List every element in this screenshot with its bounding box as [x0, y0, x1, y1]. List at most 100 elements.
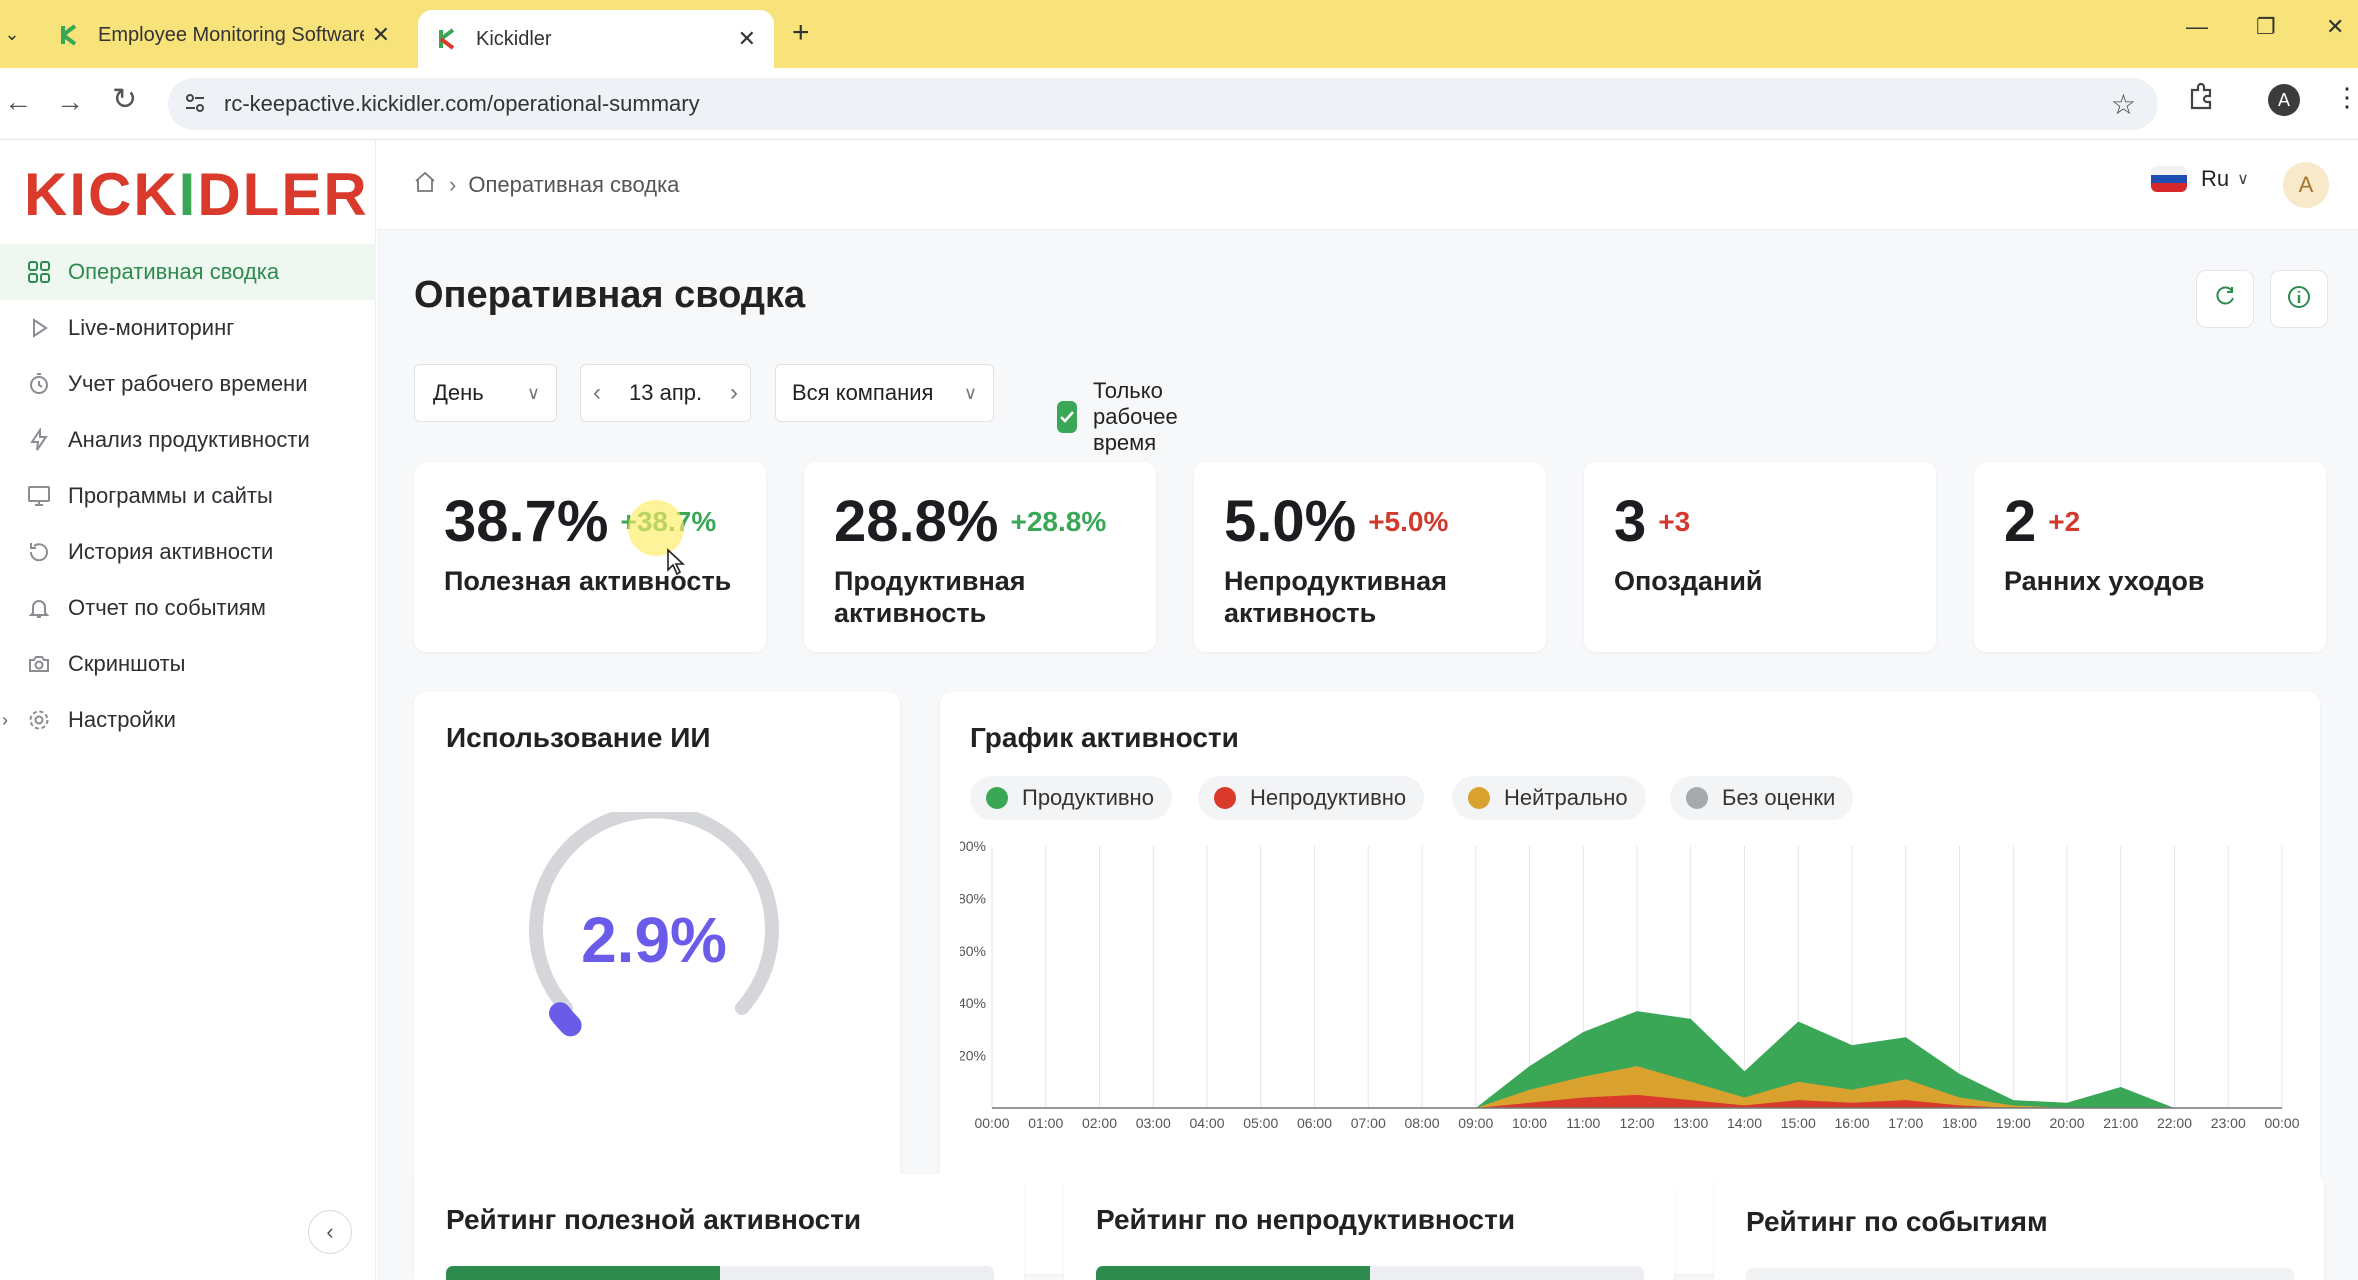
sidebar-item-live-monitoring[interactable]: Live-мониторинг [0, 300, 376, 356]
sidebar-item-label: Оперативная сводка [68, 259, 280, 284]
legend-dot [986, 787, 1008, 809]
grid-icon [26, 259, 52, 285]
sidebar-item-operational-summary[interactable]: Оперативная сводка [0, 244, 376, 300]
legend-label: Без оценки [1722, 785, 1836, 810]
monitor-icon [26, 483, 52, 509]
rating-unproductive-card: Рейтинг по непродуктивности [1064, 1174, 1674, 1280]
close-tab-icon[interactable]: ✕ [372, 22, 390, 48]
legend-unrated[interactable]: Без оценки [1670, 776, 1854, 820]
legend-neutral[interactable]: Нейтрально [1452, 776, 1646, 820]
kpi-card-early-leaves[interactable]: 2 +2 Ранних уходов [1974, 462, 2326, 652]
minimize-window-icon[interactable]: — [2186, 14, 2208, 40]
ai-usage-value: 2.9% [581, 904, 727, 976]
activity-chart-title: График активности [970, 722, 1239, 753]
sidebar-item-screenshots[interactable]: Скриншоты [0, 636, 376, 692]
period-select[interactable]: День ∨ [414, 364, 557, 422]
rating-useful-card: Рейтинг полезной активности [414, 1174, 1024, 1280]
sidebar-nav: Оперативная сводка Live-мониторинг Учет … [0, 244, 376, 748]
previous-date-icon[interactable]: ‹ [593, 379, 601, 407]
work-time-only-checkbox[interactable]: Только рабочее время [1057, 378, 1190, 456]
x-tick-label: 05:00 [1243, 1115, 1278, 1131]
chevron-down-icon: ∨ [2237, 171, 2249, 188]
bookmark-star-icon[interactable]: ☆ [2111, 88, 2136, 121]
tab-list-chevron-icon[interactable]: ⌄ [0, 14, 24, 54]
kpi-card-productive-activity[interactable]: 28.8% +28.8% Продуктивная активность [804, 462, 1156, 652]
x-tick-label: 09:00 [1458, 1115, 1493, 1131]
x-tick-label: 19:00 [1996, 1115, 2031, 1131]
address-bar[interactable]: rc-keepactive.kickidler.com/operational-… [168, 78, 2158, 130]
x-tick-label: 06:00 [1297, 1115, 1332, 1131]
browser-toolbar: ← → ↻ rc-keepactive.kickidler.com/operat… [0, 68, 2358, 140]
y-tick-label: 80% [960, 890, 986, 906]
lightning-icon [26, 427, 52, 453]
back-arrow-icon[interactable]: ← [4, 86, 32, 118]
forward-arrow-icon[interactable]: → [56, 86, 84, 118]
sidebar-item-label: Программы и сайты [68, 483, 273, 508]
kpi-card-late-arrivals[interactable]: 3 +3 Опозданий [1584, 462, 1936, 652]
legend-dot [1686, 787, 1708, 809]
close-tab-icon[interactable]: ✕ [738, 26, 756, 52]
profile-avatar[interactable]: A [2268, 84, 2300, 116]
date-picker[interactable]: ‹ 13 апр. › [580, 364, 751, 422]
tab-title: Employee Monitoring Software [98, 23, 364, 46]
breadcrumb: › Оперативная сводка [413, 170, 679, 200]
browser-menu-icon[interactable]: ⋮ [2334, 82, 2358, 113]
sidebar-item-settings[interactable]: › Настройки [0, 692, 376, 748]
kpi-card-unproductive-activity[interactable]: 5.0% +5.0% Непродуктивная активность [1194, 462, 1546, 652]
kpi-value: 2 [2004, 489, 2037, 554]
user-avatar[interactable]: A [2283, 162, 2329, 208]
legend-productive[interactable]: Продуктивно [970, 776, 1172, 820]
x-tick-label: 22:00 [2157, 1115, 2192, 1131]
site-settings-icon[interactable] [182, 90, 208, 122]
legend-dot [1214, 787, 1236, 809]
collapse-sidebar-button[interactable]: ‹ [308, 1210, 352, 1254]
kpi-card-useful-activity[interactable]: 38.7%+38.7% Полезная активность [414, 462, 766, 652]
x-tick-label: 12:00 [1619, 1115, 1654, 1131]
sidebar-item-time-tracking[interactable]: Учет рабочего времени [0, 356, 376, 412]
history-icon [26, 539, 52, 565]
kickidler-logo[interactable]: KICKIDLER [24, 160, 369, 229]
kpi-delta: +5.0% [1368, 506, 1449, 537]
sidebar-item-label: Анализ продуктивности [68, 427, 310, 452]
refresh-icon [2212, 284, 2238, 315]
checkmark-icon [1057, 401, 1077, 433]
rating-unproductive-title: Рейтинг по непродуктивности [1096, 1204, 1516, 1235]
new-tab-plus-icon[interactable]: + [792, 16, 810, 50]
sidebar-item-label: История активности [68, 539, 274, 564]
rating-bar-fill [446, 1266, 720, 1280]
rating-useful-bar [446, 1266, 994, 1280]
next-date-icon[interactable]: › [730, 379, 738, 407]
kpi-label: Опозданий [1614, 566, 1763, 596]
rating-events-title: Рейтинг по событиям [1746, 1206, 2048, 1237]
browser-tab-employee-monitoring[interactable]: Employee Monitoring Software ✕ [40, 12, 408, 58]
kpi-value: 5.0% [1224, 489, 1357, 554]
camera-icon [26, 651, 52, 677]
legend-dot [1468, 787, 1490, 809]
restore-window-icon[interactable]: ❐ [2256, 14, 2276, 40]
sidebar-item-apps-sites[interactable]: Программы и сайты [0, 468, 376, 524]
sidebar-item-activity-history[interactable]: История активности [0, 524, 376, 580]
sidebar-item-productivity-analysis[interactable]: Анализ продуктивности [0, 412, 376, 468]
home-icon[interactable] [413, 170, 437, 200]
scope-select[interactable]: Вся компания ∨ [775, 364, 994, 422]
x-tick-label: 16:00 [1834, 1115, 1869, 1131]
sidebar-item-label: Настройки [68, 707, 176, 732]
legend-label: Нейтрально [1504, 785, 1628, 810]
legend-unproductive[interactable]: Непродуктивно [1198, 776, 1425, 820]
kpi-value: 38.7% [444, 489, 609, 554]
close-window-icon[interactable]: ✕ [2326, 14, 2344, 40]
y-tick-label: 100% [960, 838, 986, 854]
reload-icon[interactable]: ↻ [112, 82, 137, 117]
browser-tab-kickidler[interactable]: Kickidler ✕ [418, 10, 774, 68]
bell-icon [26, 595, 52, 621]
timer-icon [26, 371, 52, 397]
extensions-puzzle-icon[interactable] [2186, 82, 2216, 117]
gauge-fill [549, 1002, 582, 1037]
kpi-delta: +28.8% [1010, 506, 1107, 537]
x-tick-label: 00:00 [2264, 1115, 2299, 1131]
sidebar-item-label: Скриншоты [68, 651, 186, 676]
info-button[interactable] [2270, 270, 2328, 328]
refresh-button[interactable] [2196, 270, 2254, 328]
language-selector[interactable]: Ru ∨ [2151, 166, 2249, 192]
sidebar-item-event-report[interactable]: Отчет по событиям [0, 580, 376, 636]
